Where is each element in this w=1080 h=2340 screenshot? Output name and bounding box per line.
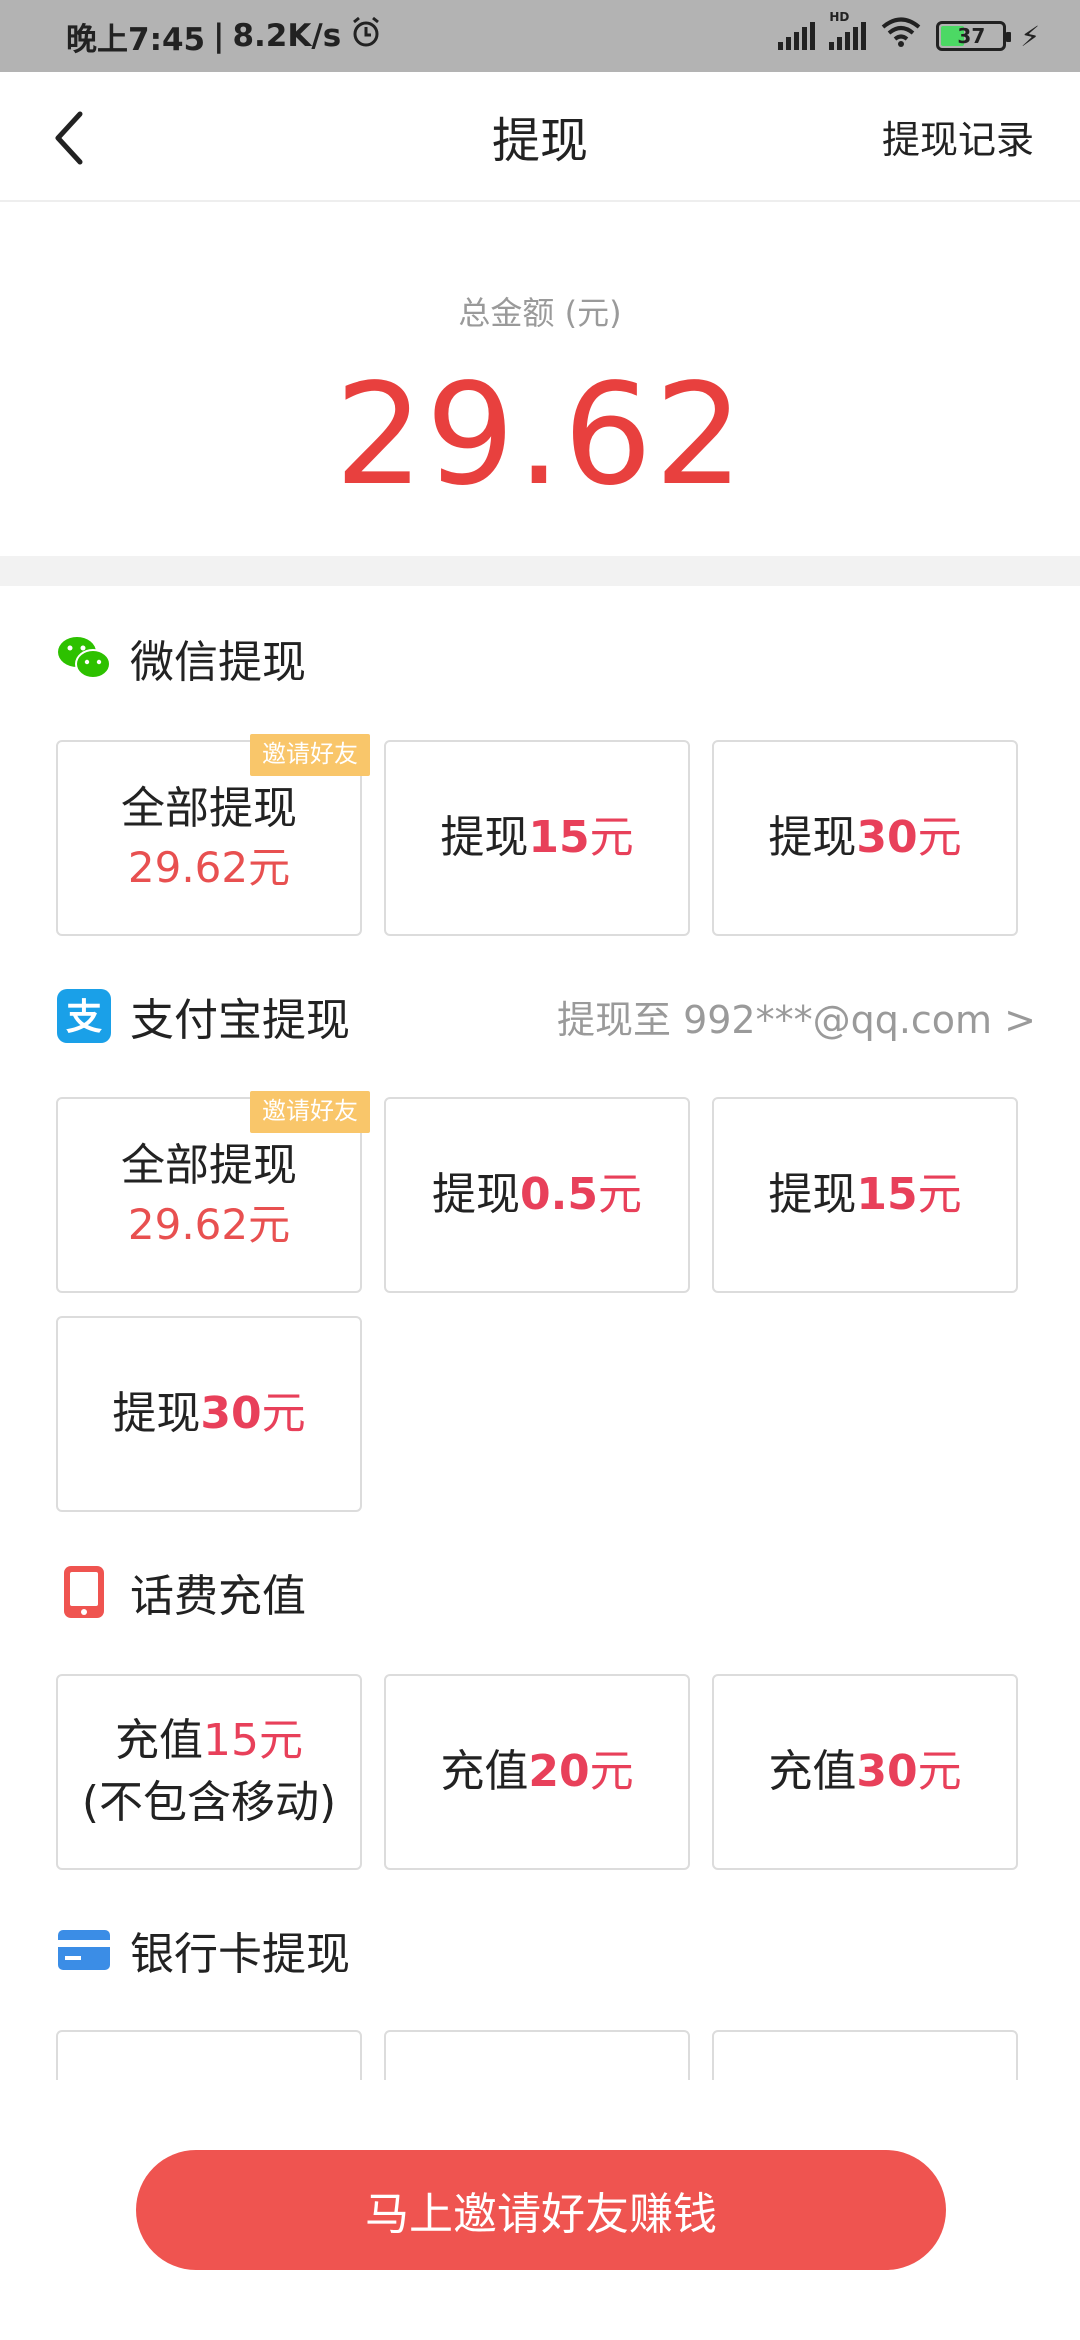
option-label: 充值20元 [440,1746,634,1798]
alipay-section-title: 支付宝提现 [130,995,350,1046]
signal-icon [778,22,816,50]
alipay-withdraw-0.5-option[interactable]: 提现0.5元 [384,1097,690,1293]
invite-friends-button[interactable]: 马上邀请好友赚钱 [136,2150,946,2270]
option-label: 提现15元 [768,1169,962,1221]
total-amount-label: 总金额 (元) [458,294,622,332]
phone-recharge-30-option[interactable]: 充值30元 [712,1674,1018,1870]
alipay-account-link[interactable]: 提现至 992***@qq.com > [557,989,1036,1044]
invite-friend-badge: 邀请好友 [250,734,370,776]
hd-signal-icon: HD [829,10,867,50]
wechat-withdraw-30-option[interactable]: 提现30元 [712,740,1018,936]
back-icon[interactable] [46,108,96,168]
status-net-speed: 8.2K/s [232,18,342,54]
alipay-withdraw-all-option[interactable]: 邀请好友 全部提现 29.62元 [56,1091,370,1293]
alarm-icon [349,15,383,57]
svg-text:支: 支 [66,997,102,1038]
wechat-icon [56,630,112,686]
status-time: 晚上7:45 [66,21,206,58]
total-amount-panel: 总金额 (元) 29.62 [0,204,1080,556]
option-label: 提现30元 [112,1388,306,1440]
bank-card-icon [56,1922,112,1978]
total-amount-value: 29.62 [334,354,746,517]
section-divider [0,556,1080,586]
wechat-section-header: 微信提现 [56,628,1036,688]
wechat-withdraw-all-option[interactable]: 邀请好友 全部提现 29.62元 [56,734,370,936]
option-title: 全部提现 [121,1139,297,1191]
bank-card-section-title: 银行卡提现 [130,1929,350,1980]
alipay-withdraw-30-option[interactable]: 提现30元 [56,1316,362,1512]
withdraw-record-link[interactable]: 提现记录 [882,109,1034,164]
alipay-icon: 支 [56,988,112,1044]
option-amount: 29.62元 [127,1200,291,1250]
alipay-withdraw-15-option[interactable]: 提现15元 [712,1097,1018,1293]
nav-bar: 提现 提现记录 [0,72,1080,202]
phone-recharge-20-option[interactable]: 充值20元 [384,1674,690,1870]
status-separator: | [213,18,225,54]
status-bar: 晚上7:45 | 8.2K/s HD 37 ⚡ [0,0,1080,72]
battery-icon: 37 [936,21,1012,51]
option-label: 提现0.5元 [432,1169,642,1221]
bank-card-section-header: 银行卡提现 [56,1920,1036,1980]
option-label: 充值30元 [768,1746,962,1798]
option-note: (不包含移动) [81,1777,337,1828]
wechat-section-title: 微信提现 [130,637,306,688]
wechat-withdraw-15-option[interactable]: 提现15元 [384,740,690,936]
option-label: 提现15元 [440,812,634,864]
phone-recharge-section-title: 话费充值 [130,1571,306,1622]
wifi-icon [880,16,922,56]
phone-recharge-15-option[interactable]: 充值15元 (不包含移动) [56,1674,362,1870]
invite-friend-badge: 邀请好友 [250,1091,370,1133]
option-amount: 29.62元 [127,843,291,893]
page-title: 提现 [491,113,588,169]
alipay-section-header: 支 支付宝提现 提现至 992***@qq.com > [56,986,1036,1046]
option-label: 充值15元 [115,1715,303,1767]
option-title: 全部提现 [121,782,297,834]
charging-icon: ⚡ [1020,19,1040,53]
phone-icon [56,1564,112,1620]
phone-recharge-section-header: 话费充值 [56,1562,1036,1622]
option-label: 提现30元 [768,812,962,864]
